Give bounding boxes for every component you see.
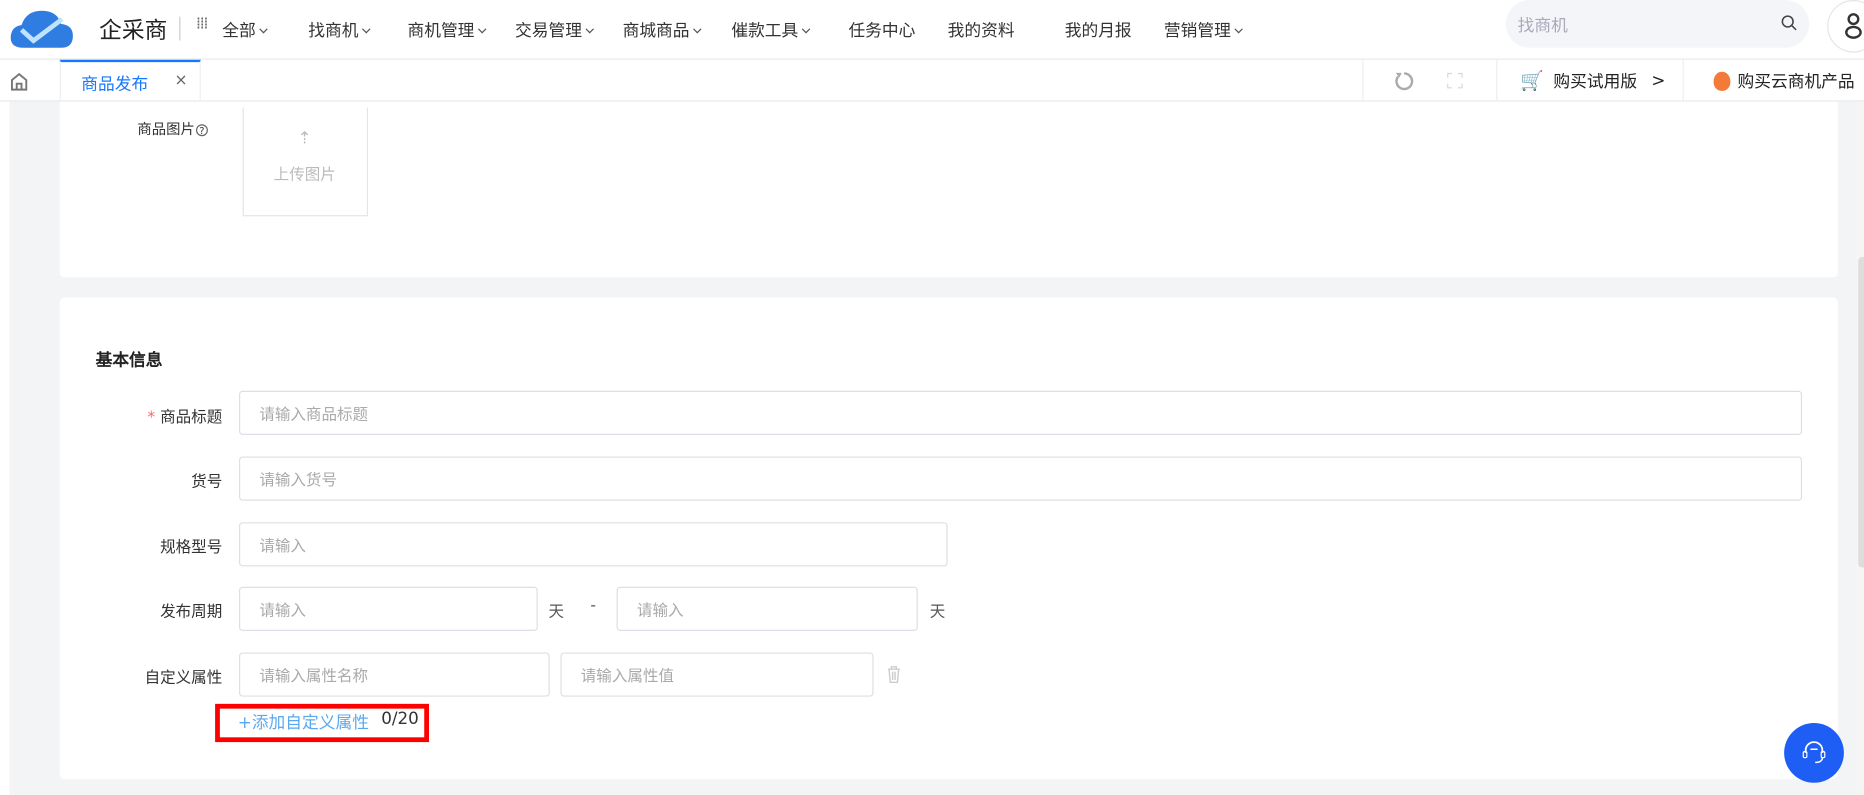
- nav-item-label: 我的资料: [947, 21, 1015, 41]
- placeholder: 请输入: [259, 537, 306, 556]
- placeholder: 请输入: [259, 602, 306, 621]
- search-icon[interactable]: [1781, 14, 1798, 31]
- section-title: 基本信息: [95, 351, 163, 371]
- day-unit: 天: [548, 603, 565, 622]
- nav-item[interactable]: 营销管理: [1163, 18, 1243, 42]
- search-input[interactable]: 找商机: [1518, 13, 1568, 37]
- required-mark: *: [147, 408, 156, 427]
- upload-image-button[interactable]: ⇡ 上传图片: [242, 107, 369, 217]
- placeholder: 请输入: [636, 602, 684, 621]
- brand-logo-icon: [10, 10, 73, 48]
- customer-service-button[interactable]: [1784, 722, 1844, 783]
- cycle-to-input[interactable]: 请输入: [616, 586, 918, 631]
- attr-count: 0/20: [381, 709, 419, 729]
- chevron-down-icon: [693, 25, 702, 34]
- product-title-input[interactable]: 请输入商品标题: [239, 390, 1803, 435]
- upload-label: 上传图片: [273, 166, 336, 185]
- trash-icon[interactable]: [887, 666, 901, 684]
- chevron-down-icon: [259, 25, 268, 34]
- home-icon[interactable]: [10, 72, 29, 91]
- divider: [1682, 59, 1684, 102]
- buy-cloud-label: 购买云商机产品: [1737, 72, 1855, 92]
- placeholder: 请输入商品标题: [259, 406, 369, 425]
- nav-item[interactable]: 我的月报: [1065, 18, 1132, 42]
- cart-icon: 🛒: [1520, 69, 1544, 93]
- placeholder: 请输入货号: [259, 472, 338, 490]
- nav-item[interactable]: 催款工具: [731, 18, 811, 42]
- divider: [1496, 59, 1498, 102]
- nav-item-label: 商机管理: [407, 21, 475, 41]
- nav-item-label: 我的月报: [1064, 21, 1132, 41]
- divider: [1362, 59, 1364, 102]
- brand-name: 企采商: [99, 17, 168, 45]
- attr-label: 自定义属性: [144, 669, 223, 688]
- chevron-down-icon: [362, 25, 371, 34]
- chevron-down-icon: [801, 25, 811, 34]
- scrollbar-thumb[interactable]: [1858, 256, 1864, 568]
- sku-input[interactable]: 请输入货号: [239, 456, 1803, 501]
- nav-item-label: 商城商品: [622, 21, 690, 41]
- nav-item-label: 找商机: [308, 21, 359, 41]
- divider: [179, 16, 181, 41]
- money-bag-icon: [1713, 71, 1731, 91]
- fullscreen-icon[interactable]: [1446, 72, 1464, 90]
- sku-label: 货号: [191, 473, 223, 492]
- tab-bar: 商品发布 × 🛒 购买试用版 > 购买云商机产品: [0, 59, 1864, 102]
- attr-name-input[interactable]: 请输入属性名称: [239, 652, 550, 697]
- user-icon: [1845, 13, 1862, 39]
- nav-item[interactable]: 我的资料: [948, 18, 1015, 42]
- nav-all[interactable]: 全部: [222, 18, 268, 42]
- attr-value-input[interactable]: 请输入属性值: [560, 652, 874, 697]
- buy-cloud-link[interactable]: 购买云商机产品: [1713, 60, 1855, 102]
- cycle-label: 发布周期: [160, 603, 223, 622]
- model-input[interactable]: 请输入: [239, 522, 948, 567]
- user-avatar[interactable]: [1827, 0, 1864, 53]
- scrollbar[interactable]: [1855, 101, 1864, 795]
- nav-item[interactable]: 任务中心: [848, 18, 915, 42]
- collapsed-sidebar[interactable]: [0, 101, 10, 795]
- buy-trial-link[interactable]: 🛒 购买试用版 >: [1520, 60, 1665, 102]
- tab-product-publish[interactable]: 商品发布 ×: [59, 59, 201, 102]
- day-unit: 天: [929, 603, 946, 622]
- search-box[interactable]: 找商机: [1505, 0, 1810, 48]
- nav-item[interactable]: 商机管理: [407, 18, 487, 42]
- nav-item[interactable]: 交易管理: [515, 18, 594, 42]
- nav-item-label: 交易管理: [515, 21, 582, 41]
- image-label: 商品图片?: [137, 118, 208, 138]
- image-section: 商品图片? ⇡ 上传图片: [59, 101, 1838, 278]
- chevron-down-icon: [477, 25, 487, 34]
- nav-item[interactable]: 商城商品: [622, 18, 702, 42]
- headset-icon: [1802, 741, 1826, 764]
- placeholder: 请输入属性名称: [259, 668, 369, 686]
- nav-item-label: 营销管理: [1163, 21, 1231, 41]
- buy-trial-label: 购买试用版: [1553, 72, 1638, 92]
- nav-all-label: 全部: [222, 21, 256, 41]
- model-label: 规格型号: [160, 538, 223, 557]
- add-attribute-link[interactable]: +添加自定义属性: [238, 710, 369, 734]
- close-icon[interactable]: ×: [174, 72, 187, 90]
- placeholder: 请输入属性值: [580, 668, 674, 686]
- chevron-down-icon: [585, 25, 594, 34]
- refresh-icon[interactable]: [1393, 71, 1415, 93]
- title-label: * 商品标题: [147, 408, 223, 427]
- upload-icon: ⇡: [297, 129, 312, 149]
- nav-item-label: 任务中心: [848, 21, 916, 41]
- nav-item[interactable]: 找商机: [308, 18, 371, 42]
- apps-grid-icon[interactable]: ⁞⁞⁞: [196, 16, 208, 34]
- top-header: 企采商 ⁞⁞⁞ 全部 找商机 商机管理 交易管理 商城商品 催款工具 任务中心 我的资料 我的…: [0, 0, 1864, 60]
- tab-label: 商品发布: [81, 75, 149, 95]
- chevron-down-icon: [1234, 25, 1243, 34]
- range-dash: -: [590, 597, 596, 616]
- chevron-right-icon: >: [1651, 71, 1666, 91]
- nav-item-label: 催款工具: [731, 21, 799, 41]
- help-icon[interactable]: ?: [195, 124, 208, 137]
- cycle-from-input[interactable]: 请输入: [239, 586, 538, 631]
